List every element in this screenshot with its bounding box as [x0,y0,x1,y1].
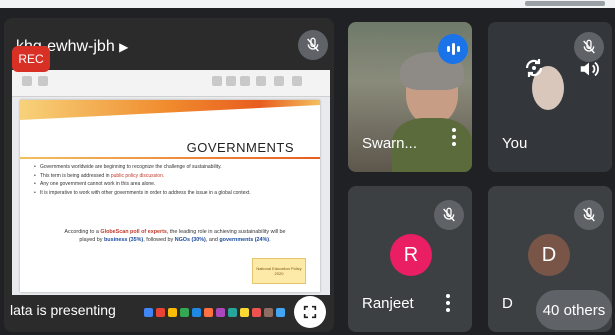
participant-name: Swarn... [362,135,418,152]
slide-bullet: It is imperative to work with other gove… [34,190,304,197]
taskbar-icons [144,308,285,317]
slide-bullet: This term is being addressed in public p… [34,173,304,180]
slide-bullet: Any one government cannot work in this a… [34,181,304,188]
slide-heading: GOVERNMENTS [186,140,294,155]
more-options-icon[interactable] [452,128,456,146]
slide-decoration [20,100,320,120]
slide-bullet: Governments worldwide are beginning to r… [34,164,304,171]
switch-camera-icon[interactable] [522,56,546,85]
slide-badge: National Education Policy 2020 [252,258,306,284]
slide-divider [20,157,320,159]
participant-name: D [502,295,513,312]
browser-top-strip [0,0,615,8]
rec-badge: REC [12,46,50,72]
speaking-indicator-icon [438,34,468,64]
mic-off-icon [574,200,604,230]
speaker-icon[interactable] [578,58,600,85]
participant-name: Ranjeet [362,295,414,312]
mic-off-icon [434,200,464,230]
presenter-label: lata is presenting [10,302,116,318]
others-count-button[interactable]: 40 others [536,290,612,330]
mic-off-icon [574,32,604,62]
participant-tile-swarn[interactable]: Swarn... [348,22,472,172]
presentation-ribbon [12,70,330,97]
presentation-tile[interactable]: khg-ewhw-jbh ▶ GOVERNMENTS Governments w… [4,18,334,332]
slide-quote: According to a GlobeScan poll of experts… [64,229,286,243]
slide-window: GOVERNMENTS Governments worldwide are be… [12,70,330,295]
chevron-right-icon[interactable]: ▶ [119,40,128,54]
fullscreen-icon [303,305,317,319]
participant-tile-you[interactable]: You [488,22,612,172]
slide: GOVERNMENTS Governments worldwide are be… [20,100,320,292]
browser-tab-strip [525,1,605,6]
mic-off-icon [298,30,328,60]
presentation-bottom-bar: lata is presenting [4,294,334,332]
slide-bullets: Governments worldwide are beginning to r… [34,164,304,198]
fullscreen-button[interactable] [294,296,326,328]
avatar: D [528,234,570,276]
avatar: R [390,234,432,276]
participant-name: You [502,135,528,152]
participant-tile-ranjeet[interactable]: R Ranjeet [348,186,472,332]
more-options-icon[interactable] [446,294,450,312]
